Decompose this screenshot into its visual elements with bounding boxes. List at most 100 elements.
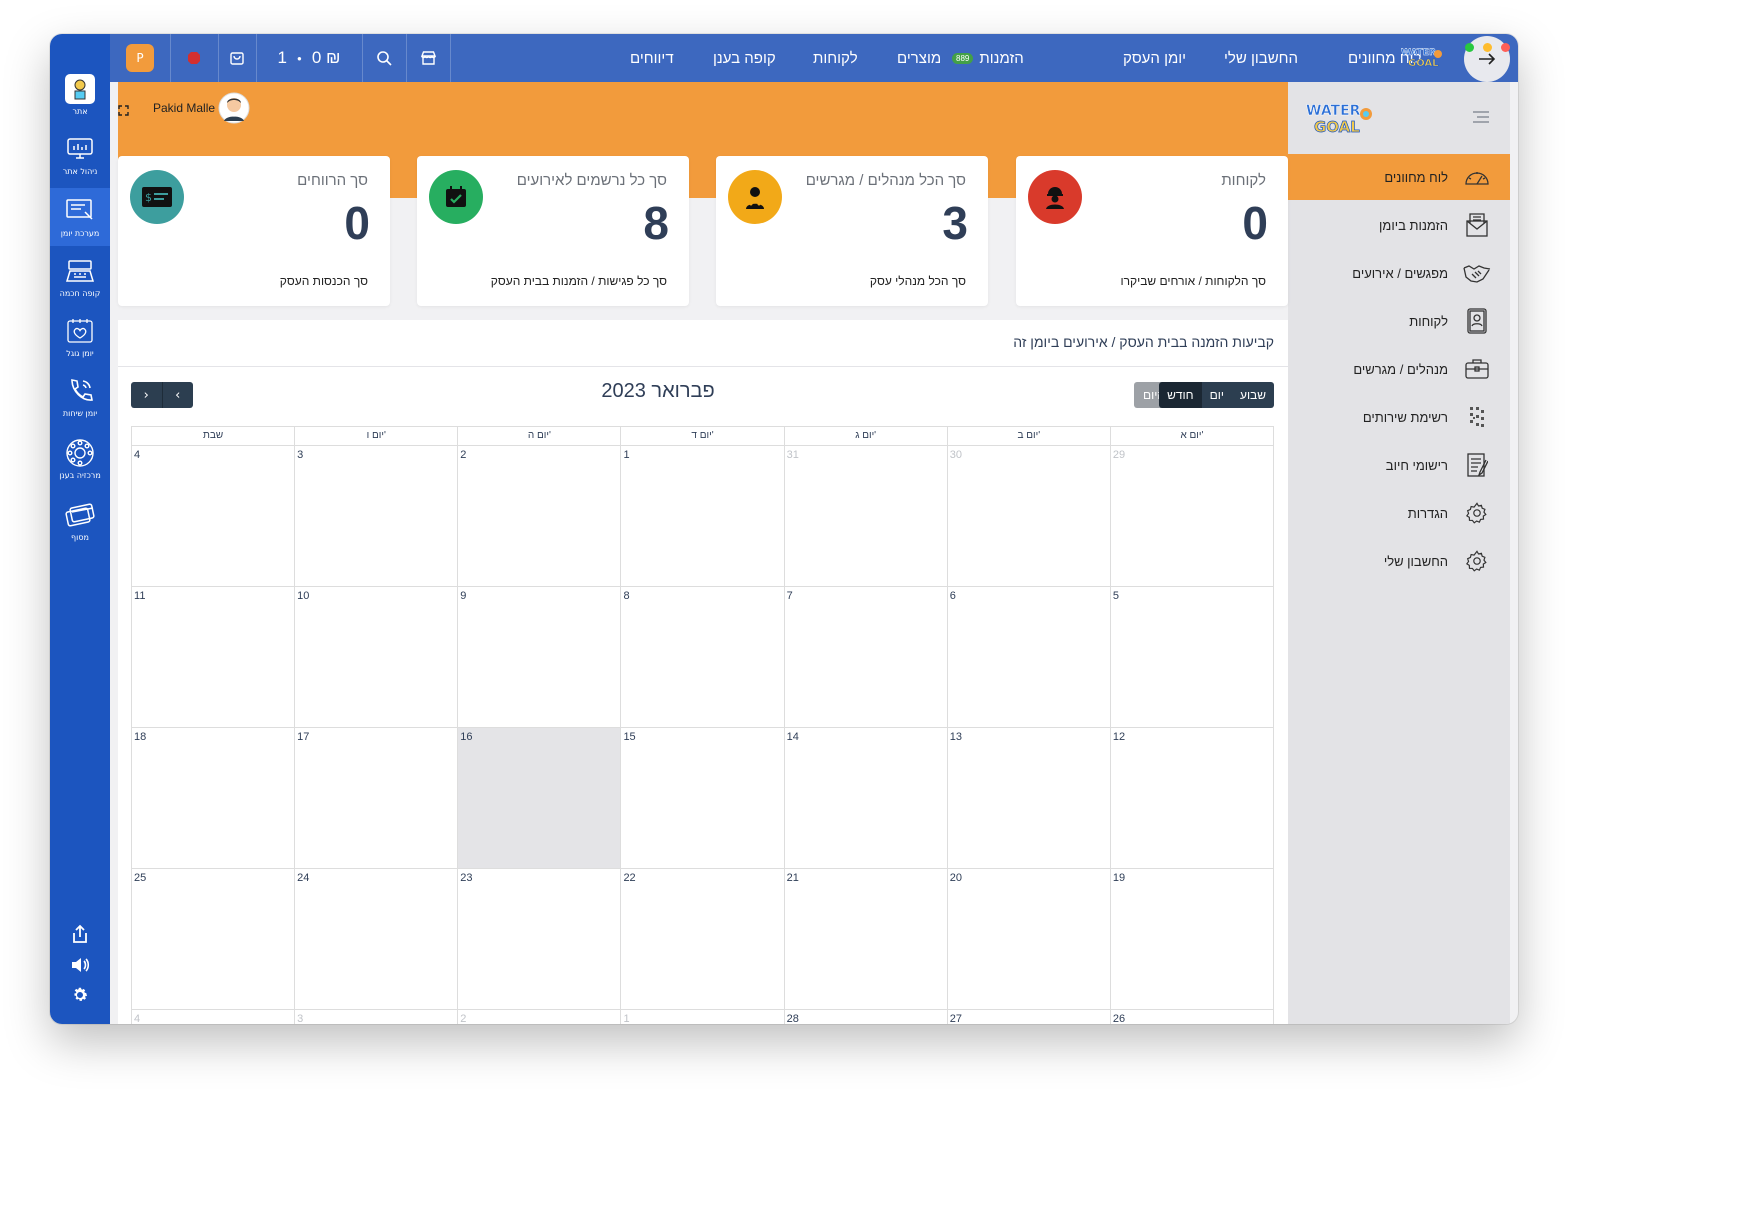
balance-display[interactable]: 1 ● 0 ₪ (256, 34, 363, 82)
day-number: 17 (297, 731, 310, 743)
svg-text:GOAL: GOAL (1408, 58, 1439, 69)
view-week-button[interactable]: שבוע (1231, 382, 1274, 408)
sidebar-item-services-list[interactable]: רשימת שירותים (1288, 394, 1510, 440)
rail-label: מערכת יומן (60, 228, 100, 238)
rail-item-site-admin[interactable]: ניהול אתר (50, 126, 110, 184)
day-cell[interactable]: 17 (294, 728, 457, 868)
day-cell[interactable]: 2 (457, 1010, 620, 1024)
day-cell[interactable]: 2 (457, 446, 620, 586)
day-cell[interactable]: 1 (620, 446, 783, 586)
user-avatar[interactable] (218, 92, 250, 128)
day-cell[interactable]: 4 (131, 1010, 294, 1024)
day-number: 9 (460, 590, 467, 602)
svg-text:GOAL: GOAL (1314, 118, 1360, 136)
fullscreen-icon[interactable] (118, 101, 129, 120)
rail-label: ניהול אתר (62, 166, 98, 176)
day-cell[interactable]: 20 (946, 869, 1110, 1009)
rail-item-call-log[interactable]: יומן שיחות (50, 368, 110, 426)
day-cell[interactable]: 15 (620, 728, 783, 868)
day-cell[interactable]: 12 (1109, 728, 1273, 868)
view-month-button[interactable]: חודש (1159, 382, 1202, 408)
day-cell[interactable]: 18 (131, 728, 294, 868)
week-row: 12 13 14 15 16 17 18 (131, 728, 1273, 869)
view-day-button[interactable]: יום (1201, 382, 1232, 408)
day-cell[interactable]: 14 (783, 728, 947, 868)
day-number: 5 (1112, 590, 1119, 602)
card-value: 0 (344, 197, 370, 249)
rail-item-cloud-pbx[interactable]: מרכזיה בענן (50, 430, 110, 488)
day-cell[interactable]: 21 (783, 869, 947, 1009)
day-cell[interactable]: 8 (620, 587, 783, 727)
rail-label: יומן גוגל (66, 348, 94, 358)
monitor-chart-icon (65, 135, 95, 163)
profile-button[interactable]: P (110, 34, 171, 82)
sidebar-item-managers-courts[interactable]: מנהלים / מגרשים (1288, 346, 1510, 392)
day-cell[interactable]: 29 (1109, 446, 1273, 586)
menu-customers[interactable]: לקוחות (813, 34, 858, 82)
day-cell[interactable]: 26 (1109, 1010, 1273, 1024)
search-button[interactable] (362, 34, 407, 82)
volume-icon[interactable] (50, 956, 110, 974)
rail-item-calendar-system[interactable]: מערכת יומן (50, 188, 110, 246)
sidebar-item-customers[interactable]: לקוחות (1288, 298, 1510, 344)
view-switcher: חודש יום שבוע (1159, 382, 1274, 408)
window-minimize-dot[interactable] (1483, 43, 1492, 52)
menu-products[interactable]: מוצרים (897, 34, 941, 82)
record-button[interactable] (170, 34, 219, 82)
day-cell[interactable]: 5 (1109, 587, 1273, 727)
menu-label: החשבון שלי (1224, 49, 1299, 67)
hamburger-menu-icon[interactable] (1472, 109, 1490, 128)
day-number: 20 (949, 872, 962, 884)
sidebar-item-my-account[interactable]: החשבון שלי (1288, 538, 1510, 584)
day-cell[interactable]: 28 (783, 1010, 947, 1024)
store-button[interactable] (406, 34, 451, 82)
day-cell[interactable]: 16 (457, 728, 621, 868)
window-close-dot[interactable] (1501, 43, 1510, 52)
sidebar-item-calendar-bookings[interactable]: הזמנות ביומן (1288, 202, 1510, 248)
day-cell[interactable]: 25 (131, 869, 294, 1009)
card-title: סך כל נרשמים לאירועים (516, 172, 667, 189)
day-cell[interactable]: 7 (783, 587, 947, 727)
day-cell[interactable]: 10 (294, 587, 457, 727)
day-number: 1 (623, 1013, 630, 1024)
day-number: 25 (134, 872, 147, 884)
menu-reports[interactable]: דיווחים (630, 34, 674, 82)
day-cell[interactable]: 3 (294, 446, 457, 586)
settings-gear-icon[interactable] (50, 986, 110, 1004)
rail-item-site[interactable]: אתר (50, 66, 110, 124)
day-cell[interactable]: 27 (946, 1010, 1110, 1024)
sidebar-item-billing-records[interactable]: רישומי חיוב (1288, 442, 1510, 488)
menu-business-calendar[interactable]: יומן העסק (1123, 34, 1186, 82)
calendar-check-icon (429, 170, 483, 224)
day-cell[interactable]: 6 (946, 587, 1110, 727)
day-cell[interactable]: 13 (946, 728, 1110, 868)
cart-button[interactable] (218, 34, 257, 82)
day-cell[interactable]: 23 (457, 869, 620, 1009)
day-number: 26 (1112, 1013, 1126, 1024)
day-cell[interactable]: 9 (457, 587, 620, 727)
menu-orders[interactable]: 889 הזמנות (952, 34, 1024, 82)
rail-label: קופה חכמה (59, 288, 101, 298)
day-cell[interactable]: 24 (294, 869, 457, 1009)
sidebar-item-meetings-events[interactable]: מפגשים / אירועים (1288, 250, 1510, 296)
day-cell[interactable]: 3 (294, 1010, 457, 1024)
weekday-label: יום ה' (457, 427, 620, 445)
sidebar-item-settings[interactable]: הגדרות (1288, 490, 1510, 536)
menu-my-account[interactable]: החשבון שלי (1224, 34, 1298, 82)
day-cell[interactable]: 11 (131, 587, 294, 727)
rail-item-smart-register[interactable]: קופה חכמה (50, 248, 110, 306)
menu-cloud-register[interactable]: קופה בענן (713, 34, 776, 82)
day-cell[interactable]: 4 (131, 446, 294, 586)
day-cell[interactable]: 30 (946, 446, 1110, 586)
rail-item-google-calendar[interactable]: יומן גוגל (50, 308, 110, 366)
day-cell[interactable]: 22 (620, 869, 783, 1009)
share-icon[interactable] (50, 924, 110, 944)
day-cell[interactable]: 19 (1109, 869, 1273, 1009)
sidebar-item-dashboard[interactable]: לוח מחוונים (1288, 154, 1510, 200)
day-cell[interactable]: 31 (783, 446, 947, 586)
customer-worker-icon (1028, 170, 1082, 224)
window-zoom-dot[interactable] (1465, 43, 1474, 52)
day-cell[interactable]: 1 (620, 1010, 783, 1024)
card-value: 8 (643, 197, 669, 249)
rail-item-terminal[interactable]: מסוף (50, 492, 110, 550)
